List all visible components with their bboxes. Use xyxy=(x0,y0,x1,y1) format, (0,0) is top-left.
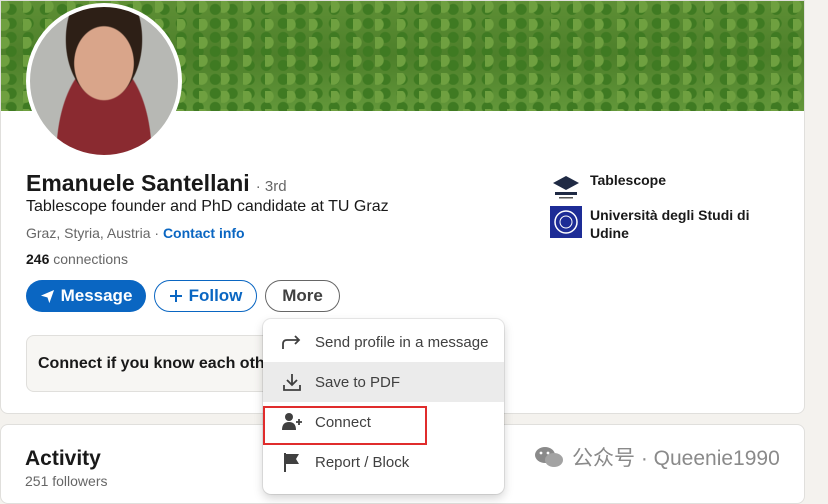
profile-headline: Tablescope founder and PhD candidate at … xyxy=(26,198,389,215)
contact-info-link[interactable]: Contact info xyxy=(163,225,245,241)
follow-button-label: Follow xyxy=(188,286,243,305)
more-button[interactable]: More xyxy=(265,280,340,312)
more-button-label: More xyxy=(282,286,323,305)
watermark: 公众号 · Queenie1990 xyxy=(534,442,780,472)
followers-count[interactable]: 251 followers xyxy=(25,473,108,489)
download-icon xyxy=(283,374,301,391)
message-button[interactable]: Message xyxy=(26,280,146,312)
message-button-label: Message xyxy=(60,286,133,305)
connect-highlight-box xyxy=(263,406,427,445)
connections-number: 246 xyxy=(26,251,50,267)
connect-prompt-text: Connect if you know each other xyxy=(38,355,280,372)
org-name-university: Università degli Studi di Udine xyxy=(590,207,750,241)
org-name-tablescope: Tablescope xyxy=(590,172,666,188)
follow-button[interactable]: Follow xyxy=(154,280,257,312)
menu-item-report-block[interactable]: Report / Block xyxy=(263,442,504,482)
flag-icon xyxy=(284,453,299,472)
watermark-text: 公众号 · Queenie1990 xyxy=(572,447,780,470)
connection-degree: · 3rd xyxy=(255,178,287,195)
connections-count[interactable]: 246 connections xyxy=(26,251,128,267)
avatar[interactable] xyxy=(26,3,182,159)
connect-prompt-box: Connect if you know each other xyxy=(26,335,286,392)
menu-item-label: Report / Block xyxy=(315,453,410,471)
menu-item-save-pdf[interactable]: Save to PDF xyxy=(263,362,504,402)
menu-item-send-profile[interactable]: Send profile in a message xyxy=(263,322,504,362)
tablescope-logo xyxy=(550,171,582,203)
connections-label: connections xyxy=(53,251,128,267)
profile-name: Emanuele Santellani xyxy=(26,170,250,196)
university-seal-logo xyxy=(550,206,582,238)
name-row: Emanuele Santellani · 3rd xyxy=(26,170,287,197)
org-university[interactable]: Università degli Studi di Udine xyxy=(550,206,780,242)
menu-item-label: Save to PDF xyxy=(315,373,401,391)
send-icon xyxy=(40,289,54,303)
activity-title: Activity xyxy=(25,447,101,470)
share-arrow-icon xyxy=(282,335,301,349)
location: Graz, Styria, Austria · xyxy=(26,225,160,241)
menu-item-label: Send profile in a message xyxy=(315,333,489,351)
location-row: Graz, Styria, Austria · Contact info xyxy=(26,225,245,241)
wechat-icon xyxy=(535,447,563,467)
org-tablescope[interactable]: Tablescope xyxy=(550,171,780,203)
plus-icon xyxy=(169,290,182,302)
